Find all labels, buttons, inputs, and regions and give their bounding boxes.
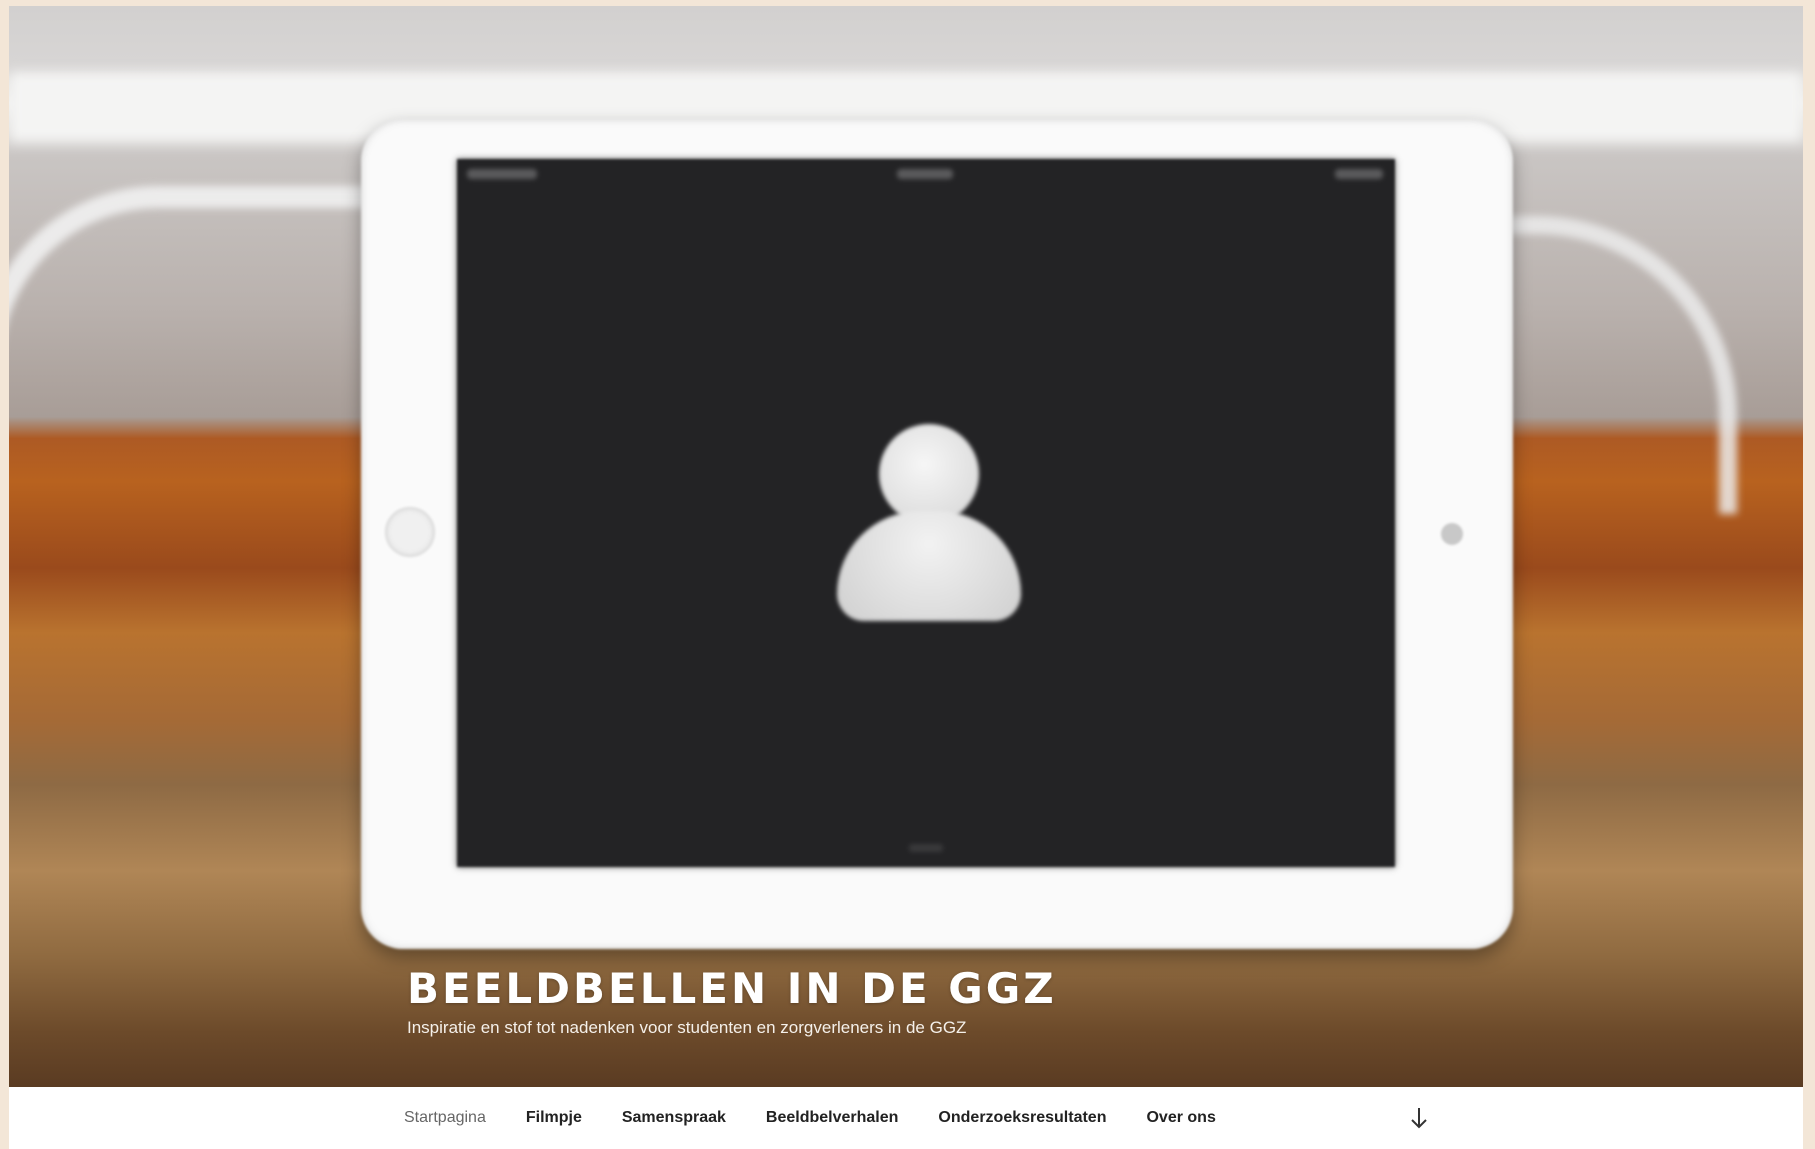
nav-item-filmpje[interactable]: Filmpje bbox=[506, 1109, 602, 1127]
tablet-image bbox=[361, 119, 1513, 949]
page-frame: BEELDBELLEN IN DE GGZ Inspiratie en stof… bbox=[9, 6, 1803, 1149]
nav-item-over-ons[interactable]: Over ons bbox=[1126, 1109, 1235, 1127]
status-bar-center bbox=[897, 169, 953, 179]
nav-item-startpagina[interactable]: Startpagina bbox=[404, 1109, 506, 1127]
nav-item-samenspraak[interactable]: Samenspraak bbox=[602, 1109, 746, 1127]
person-silhouette-icon bbox=[879, 424, 979, 524]
nav-item-onderzoeksresultaten[interactable]: Onderzoeksresultaten bbox=[918, 1109, 1126, 1127]
status-bar-left bbox=[467, 169, 537, 179]
background-chair-left bbox=[9, 186, 421, 508]
site-title[interactable]: BEELDBELLEN IN DE GGZ bbox=[407, 964, 1057, 1013]
person-silhouette-body bbox=[837, 511, 1021, 621]
custom-header: BEELDBELLEN IN DE GGZ Inspiratie en stof… bbox=[9, 6, 1803, 1087]
site-tagline: Inspiratie en stof tot nadenken voor stu… bbox=[407, 1018, 967, 1037]
nav-menu: Startpagina Filmpje Samenspraak Beeldbel… bbox=[404, 1087, 1236, 1149]
main-navigation: Startpagina Filmpje Samenspraak Beeldbel… bbox=[9, 1087, 1803, 1149]
status-bar-right bbox=[1335, 169, 1383, 179]
tablet-screen bbox=[457, 159, 1395, 867]
tablet-camera bbox=[1441, 523, 1463, 545]
screen-bottom-indicator bbox=[909, 844, 943, 852]
arrow-down-icon[interactable] bbox=[1404, 1103, 1434, 1133]
tablet-home-button bbox=[385, 507, 435, 557]
nav-item-beeldbelverhalen[interactable]: Beeldbelverhalen bbox=[746, 1109, 919, 1127]
